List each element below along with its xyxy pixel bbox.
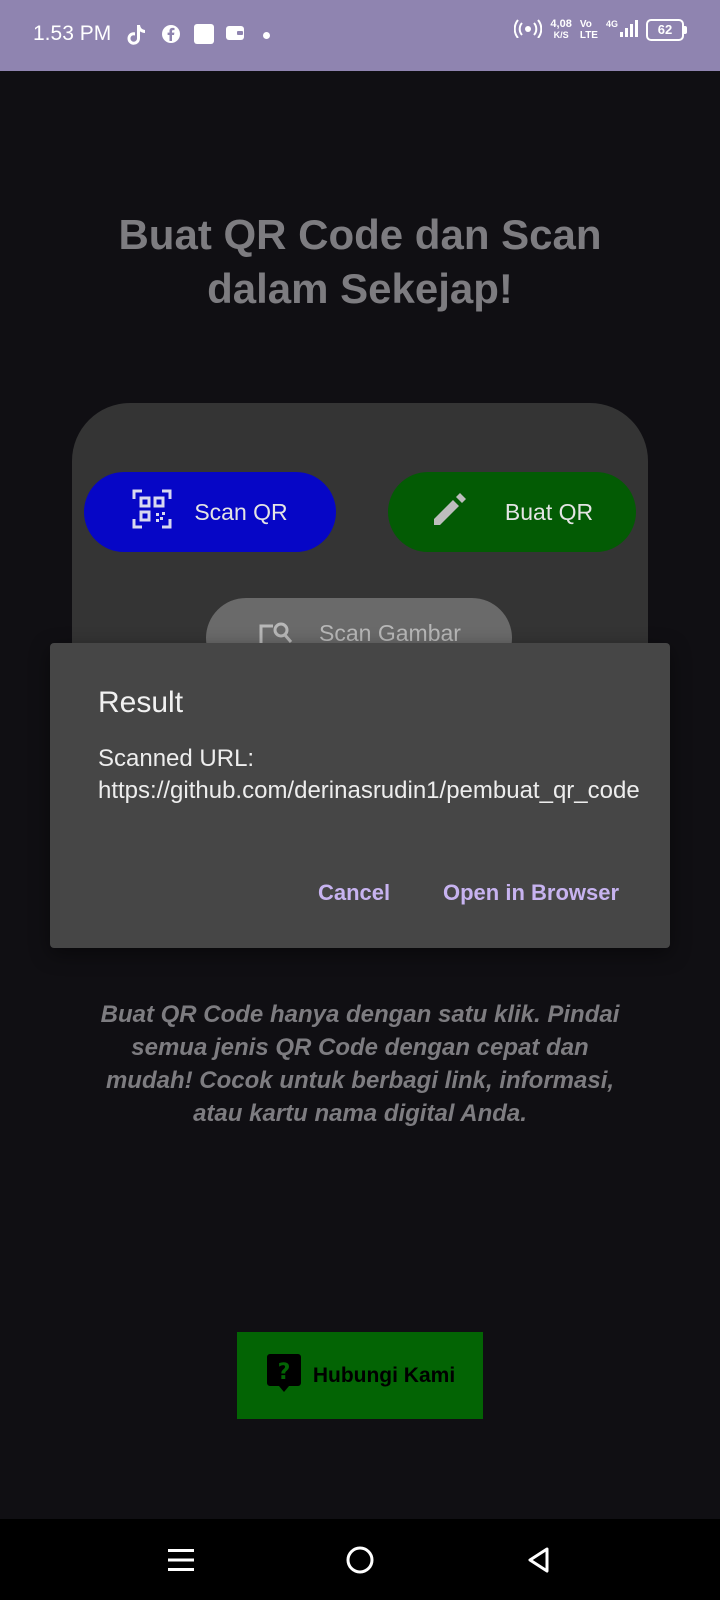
signal-indicator: 4G [606,19,638,40]
home-icon[interactable] [343,1543,377,1577]
contact-label: Hubungi Kami [312,1363,456,1387]
open-in-browser-button[interactable]: Open in Browser [443,880,619,906]
pencil-icon [431,490,469,534]
scan-qr-button[interactable]: Scan QR [84,472,336,552]
svg-text:?: ? [277,1360,290,1385]
back-icon[interactable] [522,1543,556,1577]
signal-icon [620,19,638,40]
contact-button[interactable]: ? Hubungi Kami [237,1332,483,1419]
navigation-bar [0,1519,720,1600]
app-description: Buat QR Code hanya dengan satu klik. Pin… [100,1001,620,1127]
dialog-title: Result [98,686,184,719]
facebook-icon [161,24,181,44]
status-bar: 1.53 PM 4,08 K/S Vo LTE 4G 62 [0,0,720,71]
page-title: Buat QR Code dan Scan dalam Sekejap! [118,211,602,312]
dialog-message: Scanned URL: https://github.com/derinasr… [98,745,640,804]
help-bubble-icon: ? [265,1352,303,1400]
buat-qr-label: Buat QR [504,498,594,525]
menu-icon[interactable] [164,1543,198,1577]
hotspot-icon [514,18,543,41]
dot-icon [263,32,270,39]
network-type: 4G [605,19,618,29]
speed-unit: K/S [553,29,569,40]
volte-indicator: Vo LTE [579,18,598,41]
status-time: 1.53 PM [33,22,112,45]
qr-scan-icon [132,489,172,535]
status-indicators: 4,08 K/S Vo LTE 4G 62 [514,17,687,41]
scan-qr-label: Scan QR [194,498,288,525]
battery-indicator: 62 [646,18,687,41]
wallet-icon [225,24,245,42]
network-speed: 4,08 K/S [550,17,572,41]
app-icon [194,24,214,44]
result-dialog: Result Scanned URL: https://github.com/d… [50,643,670,948]
tiktok-icon [126,24,146,46]
speed-value: 4,08 [550,17,572,30]
cancel-button[interactable]: Cancel [318,880,390,906]
buat-qr-button[interactable]: Buat QR [388,472,636,552]
